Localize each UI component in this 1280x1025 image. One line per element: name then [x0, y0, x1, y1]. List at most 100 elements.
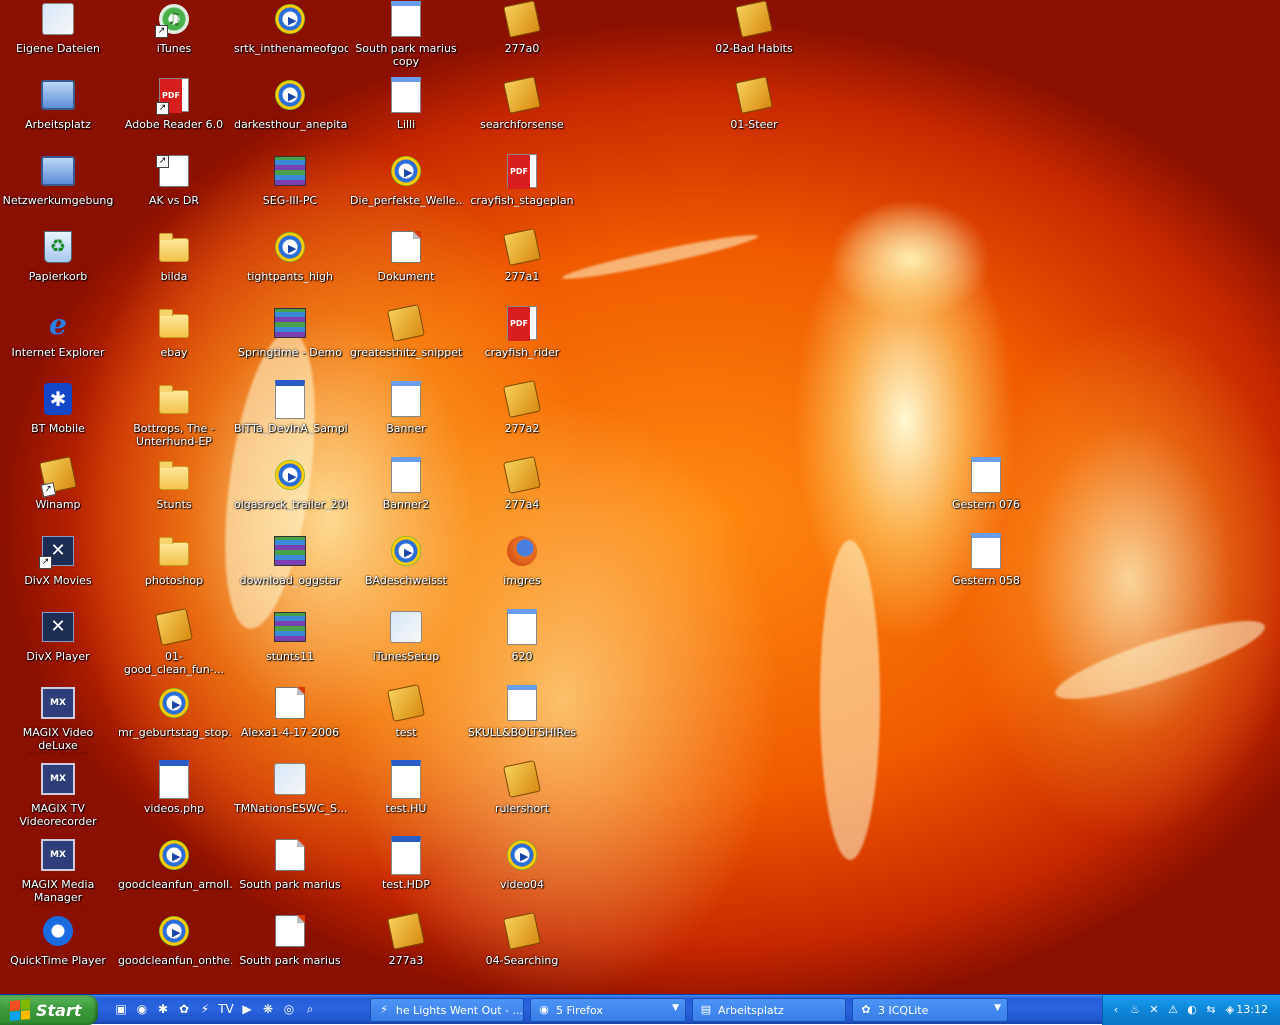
desktop-icon[interactable]: 277a3 [348, 912, 464, 988]
java-icon[interactable]: ♨ [1127, 1002, 1143, 1018]
desktop-icon[interactable]: e Internet Explorer [0, 306, 116, 380]
desktop-icon[interactable]: South park marius copy [348, 1, 464, 76]
desktop-icon[interactable]: srtk_inthenameofgod [232, 2, 348, 76]
warning-icon[interactable]: ⚠ [1165, 1002, 1181, 1018]
clock[interactable]: 13:12 [1236, 1003, 1268, 1016]
tray-arrow-icon[interactable]: ‹ [1108, 1002, 1124, 1018]
desktop-icon[interactable]: tightpants_high [232, 230, 348, 304]
desktop-icon[interactable]: Dokument [348, 230, 464, 304]
media-file-icon [157, 686, 191, 722]
search-icon[interactable]: ⌕ [301, 1000, 319, 1018]
desktop-icon[interactable]: ▣ [112, 1000, 130, 1018]
desktop-icon[interactable]: Gestern 076 [928, 457, 1044, 532]
desktop-icon[interactable]: BAdeschweisst [348, 534, 464, 608]
desktop-icon[interactable]: ✕ DivX Movies [0, 534, 116, 608]
desktop-icon[interactable]: 277a4 [464, 456, 580, 532]
desktop-icon[interactable]: searchforsense [464, 76, 580, 152]
desktop-icon[interactable]: MX MAGIX TV Videorecorder [0, 762, 116, 836]
desktop-icon[interactable]: Banner2 [348, 457, 464, 532]
desktop-icon[interactable]: Gestern 058 [928, 533, 1044, 608]
desktop-icon[interactable]: Eigene Dateien [0, 2, 116, 76]
desktop-icon[interactable]: imgres [464, 534, 580, 608]
desktop-icon[interactable]: crayfish_stageplan [464, 154, 580, 228]
desktop-icon-label: Adobe Reader 6.0 [124, 118, 224, 131]
desktop-icon[interactable]: 620 [464, 609, 580, 684]
desktop-icon-label: Die_perfekte_Welle... [350, 194, 464, 207]
desktop-icon[interactable]: ebay [116, 306, 232, 380]
desktop-icon[interactable]: MX MAGIX Media Manager 2004 gold [0, 838, 116, 912]
desktop-icon[interactable]: photoshop [116, 534, 232, 608]
desktop-icon[interactable]: ♻ Papierkorb [0, 230, 116, 304]
tray-app-icon[interactable]: ✕ [1146, 1002, 1162, 1018]
firefox-icon[interactable]: ◉ [133, 1000, 151, 1018]
desktop-icon[interactable]: videos.php [116, 759, 232, 836]
desktop-icon[interactable]: 01-good_clean_fun-... [116, 608, 232, 684]
desktop-icon[interactable]: iTunesSetup [348, 610, 464, 684]
desktop-icon[interactable]: Stunts [116, 458, 232, 532]
task-button[interactable]: ◉ 5 Firefox ▼ [530, 998, 686, 1022]
quick-app-icon[interactable]: ✱ [154, 1000, 172, 1018]
desktop-icon[interactable]: Alexa1-4-17-2006 [232, 686, 348, 760]
desktop-icon[interactable]: crayfish_rider [464, 306, 580, 380]
desktop-icon[interactable]: South park marius [232, 914, 348, 988]
desktop[interactable]: Eigene Dateien Arbeitsplatz Netzwerkumgebu… [0, 0, 1280, 994]
desktop-icon[interactable]: Adobe Reader 6.0 [116, 78, 232, 152]
desktop-icon[interactable]: Springtime - Demo [232, 306, 348, 380]
desktop-icon[interactable]: AK vs DR [116, 154, 232, 228]
desktop-icon[interactable]: goodcleanfun_arnoll... [116, 838, 232, 912]
desktop-icon[interactable]: stunts11 [232, 610, 348, 684]
desktop-icon[interactable]: Netzwerkumgebung [0, 154, 116, 228]
desktop-icon[interactable]: BiTTa_DevInA_Sampl... [232, 379, 348, 456]
desktop-icon[interactable]: TMNationsESWC_S... [232, 762, 348, 836]
desktop-icon[interactable]: ♫ iTunes [116, 2, 232, 76]
desktop-icon[interactable]: test.HU [348, 759, 464, 836]
desktop-icon[interactable]: 04-Searching [464, 912, 580, 988]
desktop-icon[interactable]: QuickTime Player [0, 914, 116, 988]
desktop-icon[interactable]: Winamp [0, 456, 116, 532]
desktop-icon[interactable]: rulershort [464, 760, 580, 836]
desktop-icon[interactable]: Arbeitsplatz [0, 78, 116, 152]
task-button[interactable]: ⚡ he Lights Went Out - ... [370, 998, 524, 1022]
desktop-icon[interactable]: olgasrock_trailer_2006 [232, 458, 348, 532]
desktop-icon[interactable]: goodcleanfun_onthe... [116, 914, 232, 988]
desktop-icon[interactable]: Bottrops, The - Unterhund-EP [116, 382, 232, 456]
desktop-icon[interactable]: SKULL&BOLTSHIRes [464, 685, 580, 760]
windows-logo-icon [10, 998, 30, 1022]
desktop-icon[interactable]: 01-Steer [696, 76, 812, 152]
desktop-icon[interactable]: 02-Bad Habits [696, 0, 812, 76]
task-button[interactable]: ▤ Arbeitsplatz [692, 998, 846, 1022]
desktop-icon[interactable]: 277a2 [464, 380, 580, 456]
desktop-icon[interactable]: MX MAGIX Video deLuxe 2005 PLUS [0, 686, 116, 760]
pdf-file-icon [505, 154, 539, 189]
desktop-icon[interactable]: download_oggstar [232, 534, 348, 608]
desktop-icon[interactable]: South park marius [232, 838, 348, 912]
explorer-icon[interactable]: ◎ [280, 1000, 298, 1018]
network-connection-icon[interactable]: ⇆ [1203, 1002, 1219, 1018]
start-button[interactable]: Start [0, 995, 98, 1025]
winamp-icon[interactable]: ⚡ [196, 1000, 214, 1018]
tv-icon[interactable]: TV [217, 1000, 235, 1018]
antivirus-icon[interactable]: ◐ [1184, 1002, 1200, 1018]
magix-media-icon: MX [41, 838, 75, 872]
desktop-icon[interactable]: Lilli [348, 77, 464, 152]
network-icon[interactable]: ❋ [259, 1000, 277, 1018]
desktop-icon[interactable]: test.HDP [348, 835, 464, 912]
desktop-icon[interactable]: 277a0 [464, 0, 580, 76]
desktop-icon[interactable]: video04 [464, 838, 580, 912]
audio-file-icon [735, 0, 773, 38]
desktop-icon[interactable]: ✕ DivX Player [0, 610, 116, 684]
desktop-icon[interactable]: Die_perfekte_Welle... [348, 154, 464, 228]
desktop-icon[interactable]: greatesthitz_snippet [348, 304, 464, 380]
desktop-icon[interactable]: test [348, 684, 464, 760]
psd-file-icon [273, 914, 307, 948]
desktop-icon[interactable]: darkesthour_anepitaph [232, 78, 348, 152]
desktop-icon[interactable]: Banner [348, 381, 464, 456]
desktop-icon[interactable]: ✱ BT Mobile [0, 382, 116, 456]
icq-icon[interactable]: ✿ [175, 1000, 193, 1018]
desktop-icon[interactable]: 277a1 [464, 228, 580, 304]
desktop-icon[interactable]: bilda [116, 230, 232, 304]
desktop-icon[interactable]: SEG-III-PC [232, 154, 348, 228]
media-player-icon[interactable]: ▶ [238, 1000, 256, 1018]
task-button[interactable]: ✿ 3 ICQLite ▼ [852, 998, 1008, 1022]
desktop-icon[interactable]: mr_geburtstag_stop... [116, 686, 232, 760]
